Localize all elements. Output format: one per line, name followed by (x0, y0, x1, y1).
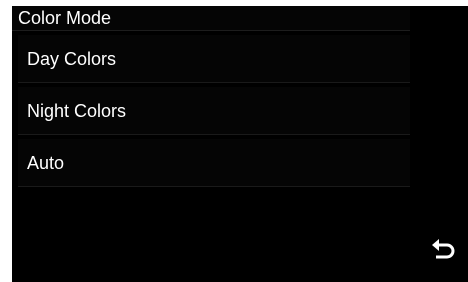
page-title: Color Mode (18, 8, 112, 28)
screen-header: Color Mode (12, 6, 410, 31)
back-button[interactable] (428, 236, 458, 264)
menu-item-auto[interactable]: Auto (18, 139, 410, 187)
menu-item-label: Auto (27, 153, 65, 173)
menu-item-night-colors[interactable]: Night Colors (18, 87, 410, 135)
back-arrow-icon (432, 239, 455, 259)
menu-item-day-colors[interactable]: Day Colors (18, 35, 410, 83)
color-mode-screen: Color Mode Day Colors Night Colors Auto (12, 6, 468, 282)
menu-item-label: Day Colors (27, 49, 117, 69)
menu-item-label: Night Colors (27, 101, 127, 121)
